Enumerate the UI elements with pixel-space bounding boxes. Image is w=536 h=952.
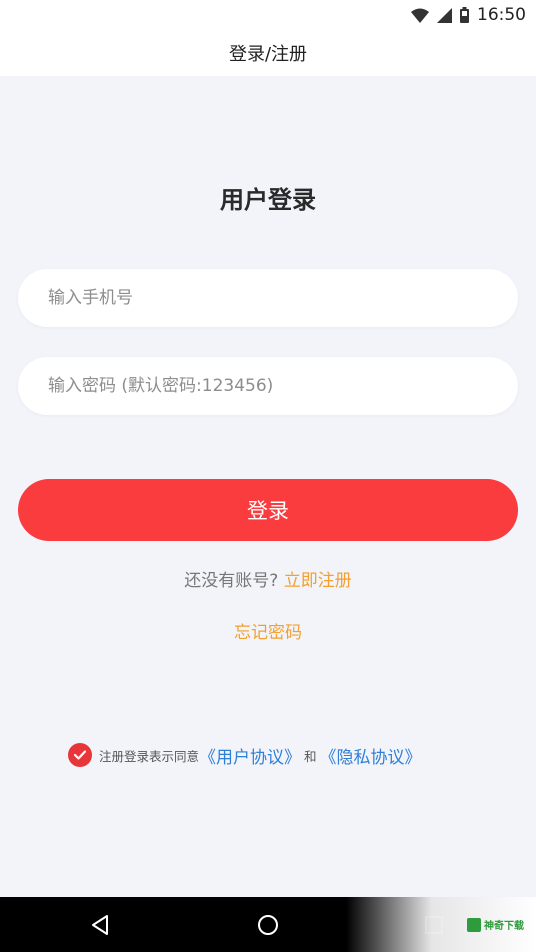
back-icon xyxy=(92,914,108,935)
agreement-and: 和 xyxy=(304,748,317,764)
status-time: 16:50 xyxy=(477,5,526,25)
forgot-password-label[interactable]: 忘记密码 xyxy=(234,623,302,643)
wifi-icon xyxy=(411,8,429,23)
page-title: 用户登录 xyxy=(220,186,316,214)
register-row: 还没有账号? 立即注册 xyxy=(0,566,536,591)
checkmark-icon xyxy=(73,750,87,760)
status-bar: 16:50 xyxy=(0,0,536,30)
user-agreement-link[interactable]: 《用户协议》 xyxy=(199,743,301,768)
battery-icon xyxy=(460,7,469,23)
watermark-logo: 神奇下载 xyxy=(467,917,524,932)
password-input[interactable] xyxy=(18,357,518,415)
login-button[interactable]: 登录 xyxy=(18,479,518,541)
agreement-checkbox[interactable] xyxy=(68,743,92,767)
back-button[interactable] xyxy=(70,897,130,952)
watermark-text: 神奇下载 xyxy=(484,921,524,932)
password-field[interactable] xyxy=(18,357,518,415)
phone-field[interactable] xyxy=(18,269,518,327)
cellular-signal-icon xyxy=(437,7,452,23)
register-prompt: 还没有账号? xyxy=(184,571,279,591)
app-bar-title: 登录/注册 xyxy=(228,44,308,65)
forgot-password-link: 忘记密码 xyxy=(0,618,536,643)
watermark-logo-icon xyxy=(467,917,481,932)
register-link[interactable]: 立即注册 xyxy=(284,571,352,591)
app-bar: 登录/注册 xyxy=(0,30,536,76)
agreement-row: 注册登录表示同意 《用户协议》 和 《隐私协议》 xyxy=(68,742,422,768)
privacy-policy-link[interactable]: 《隐私协议》 xyxy=(320,743,422,768)
agreement-prefix: 注册登录表示同意 xyxy=(99,748,200,764)
home-button[interactable] xyxy=(238,897,298,952)
home-icon xyxy=(258,914,278,935)
phone-input[interactable] xyxy=(18,269,518,327)
